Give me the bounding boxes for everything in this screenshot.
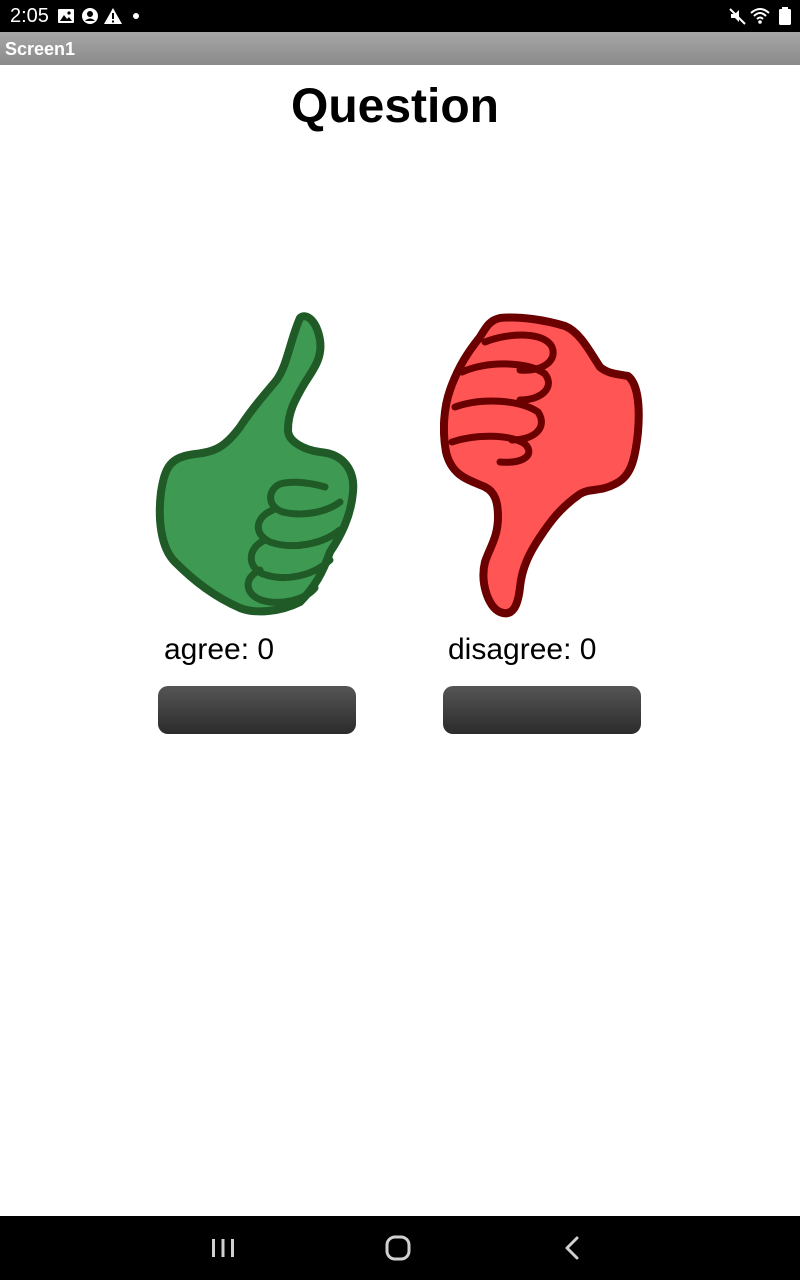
mute-icon xyxy=(729,8,746,25)
warning-icon xyxy=(104,8,122,24)
disagree-button[interactable] xyxy=(443,686,641,734)
disagree-count-label: disagree: 0 xyxy=(448,633,597,666)
dot-icon xyxy=(133,13,139,19)
screen-title: Screen1 xyxy=(5,39,76,59)
back-icon[interactable] xyxy=(553,1230,593,1266)
home-icon[interactable] xyxy=(378,1230,418,1266)
app-screen: 2:05 Screen1 Question agree: 0 disagree:… xyxy=(0,0,800,1280)
thumbs-down-icon[interactable] xyxy=(440,312,645,622)
recent-apps-icon[interactable] xyxy=(203,1230,243,1266)
question-heading: Question xyxy=(290,80,499,133)
status-time: 2:05 xyxy=(10,5,49,27)
navigation-bar xyxy=(0,1216,800,1280)
thumbs-up-icon[interactable] xyxy=(155,312,360,622)
title-bar: Screen1 xyxy=(0,32,800,65)
status-bar: 2:05 xyxy=(0,0,800,32)
image-icon xyxy=(58,9,74,23)
agree-count-label: agree: 0 xyxy=(164,633,275,666)
wifi-icon xyxy=(750,8,770,24)
battery-icon xyxy=(779,7,791,25)
account-icon xyxy=(82,8,98,24)
agree-button[interactable] xyxy=(158,686,356,734)
